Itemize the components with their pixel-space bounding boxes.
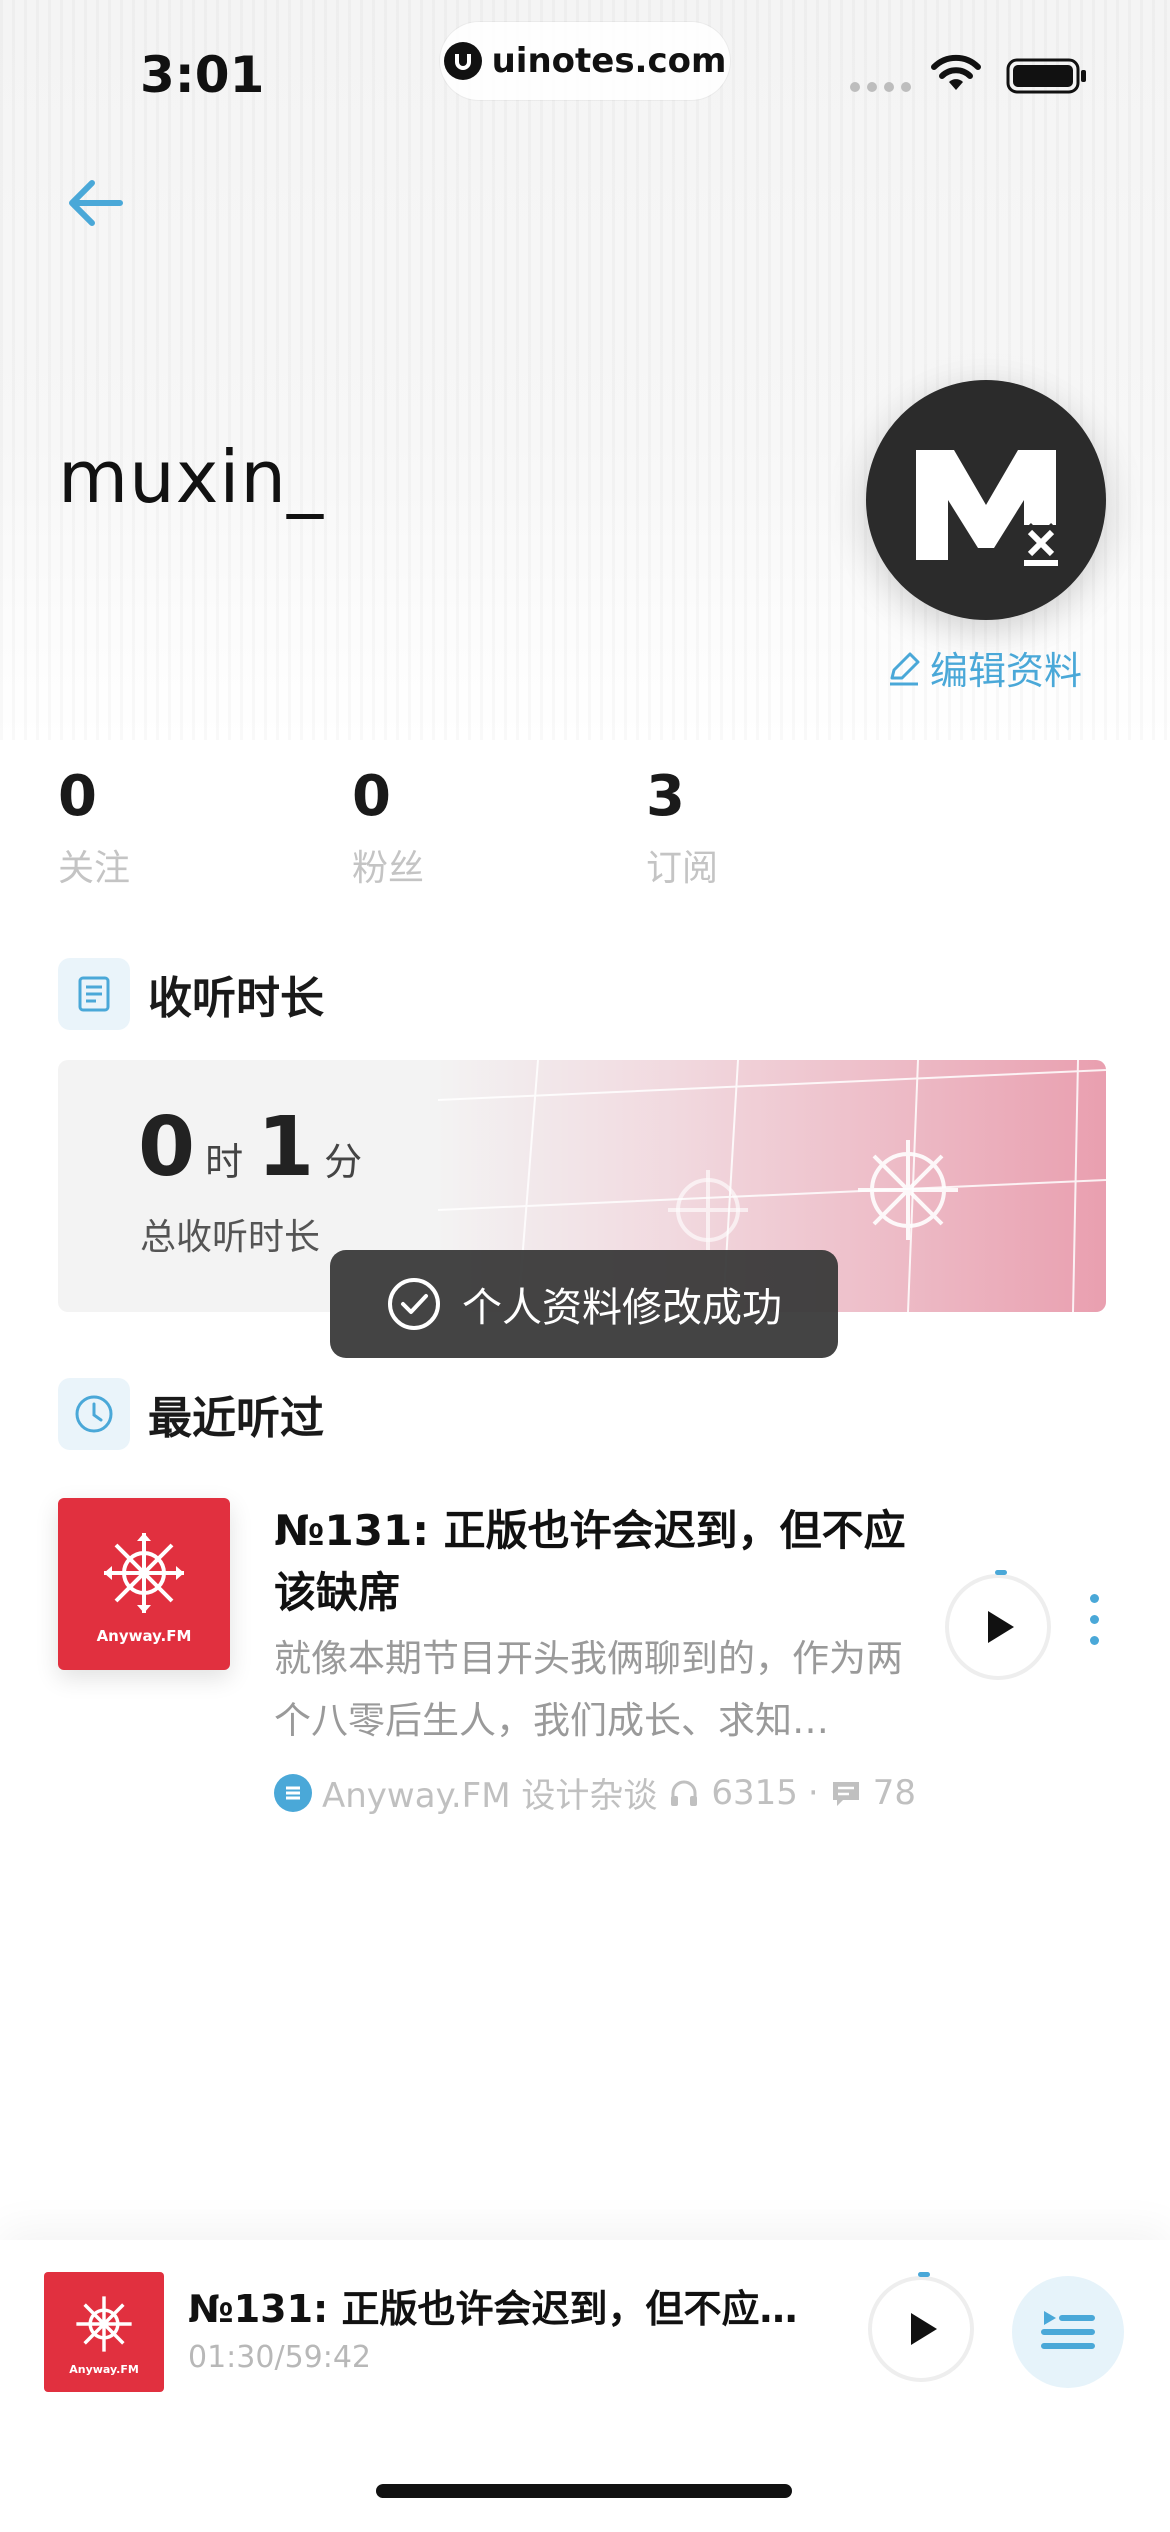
headphones-icon [671,1780,698,1806]
podcast-logo-icon [274,1773,312,1812]
episode-cover[interactable]: Anyway.FM [58,1498,230,1670]
stat-subscriptions[interactable]: 3 订阅 [646,765,846,891]
toast-text: 个人资料修改成功 [462,1285,782,1331]
player-title[interactable]: №131: 正版也许会迟到，但不应该... [188,2278,828,2333]
listening-duration-header: 收听时长 [58,958,324,1030]
anyway-fm-logo-icon [104,1533,184,1613]
url-pill: uinotes.com [440,22,730,100]
player-time: 01:30/59:42 [188,2340,372,2375]
home-indicator [376,2484,792,2498]
total-duration-value: 0 时 1 分 [138,1100,376,1195]
total-duration-label: 总收听时长 [140,1217,321,1258]
wifi-icon [931,54,981,90]
meta-separator: · [807,1772,819,1813]
duration-minutes: 1 [257,1100,315,1195]
stat-followers[interactable]: 0 粉丝 [352,765,552,891]
comment-icon [832,1781,859,1806]
edit-pencil-icon [890,652,920,685]
profile-stats: 0 关注 0 粉丝 3 订阅 [58,765,858,895]
avatar[interactable] [866,380,1106,620]
comment-count: 78 [872,1772,916,1813]
status-bar: 3:01 uinotes.com [0,0,1170,150]
clock-icon [58,1378,130,1450]
cellular-signal-icon [850,82,911,92]
play-icon [988,1611,1014,1643]
uinotes-logo-icon [443,42,482,80]
stat-value: 0 [58,764,97,829]
play-count: 6315 [711,1772,798,1813]
success-toast: 个人资料修改成功 [330,1250,838,1358]
duration-hours-unit: 时 [205,1140,244,1184]
cover-brand-text: Anyway.FM [96,1627,192,1645]
playlist-button[interactable] [1012,2276,1124,2388]
playlist-icon [1041,2311,1095,2349]
url-text: uinotes.com [491,41,727,81]
battery-icon [1006,58,1086,94]
recent-episode-item[interactable]: Anyway.FM №131: 正版也许会迟到，但不应该缺席 就像本期节目开头我… [0,1490,1170,1830]
stat-value: 3 [646,764,685,829]
document-icon [58,958,130,1030]
edit-profile-label: 编辑资料 [930,649,1083,693]
recent-header: 最近听过 [58,1378,324,1450]
stat-label: 粉丝 [352,848,425,889]
episode-play-button[interactable] [945,1570,1051,1680]
duration-minutes-unit: 分 [324,1140,363,1184]
episode-title[interactable]: №131: 正版也许会迟到，但不应该缺席 [274,1500,914,1624]
play-progress-indicator [918,2272,930,2277]
anyway-fm-logo-icon [76,2295,132,2352]
profile-username: muxin_ [58,435,325,519]
section-title: 最近听过 [148,1393,324,1444]
edit-profile-link[interactable]: 编辑资料 [884,640,1082,695]
section-title: 收听时长 [148,973,324,1024]
avatar-monogram-icon [916,450,1061,566]
player-play-button[interactable] [868,2272,974,2382]
episode-meta: Anyway.FM 设计杂谈 6315 · 78 [274,1768,916,1817]
player-cover[interactable]: Anyway.FM [44,2272,164,2392]
play-icon [911,2313,937,2345]
episode-description: 就像本期节目开头我俩聊到的，作为两个八零后生人，我们成长、求知… [274,1637,903,1742]
stat-value: 0 [352,764,391,829]
play-progress-indicator [995,1570,1007,1575]
back-arrow-icon[interactable] [64,175,128,231]
status-time: 3:01 [140,46,265,104]
check-circle-icon [388,1278,440,1330]
duration-hours: 0 [138,1100,196,1195]
more-options-icon[interactable] [1090,1594,1099,1645]
cover-brand-text: Anyway.FM [69,2362,139,2376]
podcast-name[interactable]: Anyway.FM 设计杂谈 [322,1768,657,1817]
stat-following[interactable]: 0 关注 [58,765,258,891]
stat-label: 订阅 [646,848,719,889]
stat-label: 关注 [58,848,131,889]
